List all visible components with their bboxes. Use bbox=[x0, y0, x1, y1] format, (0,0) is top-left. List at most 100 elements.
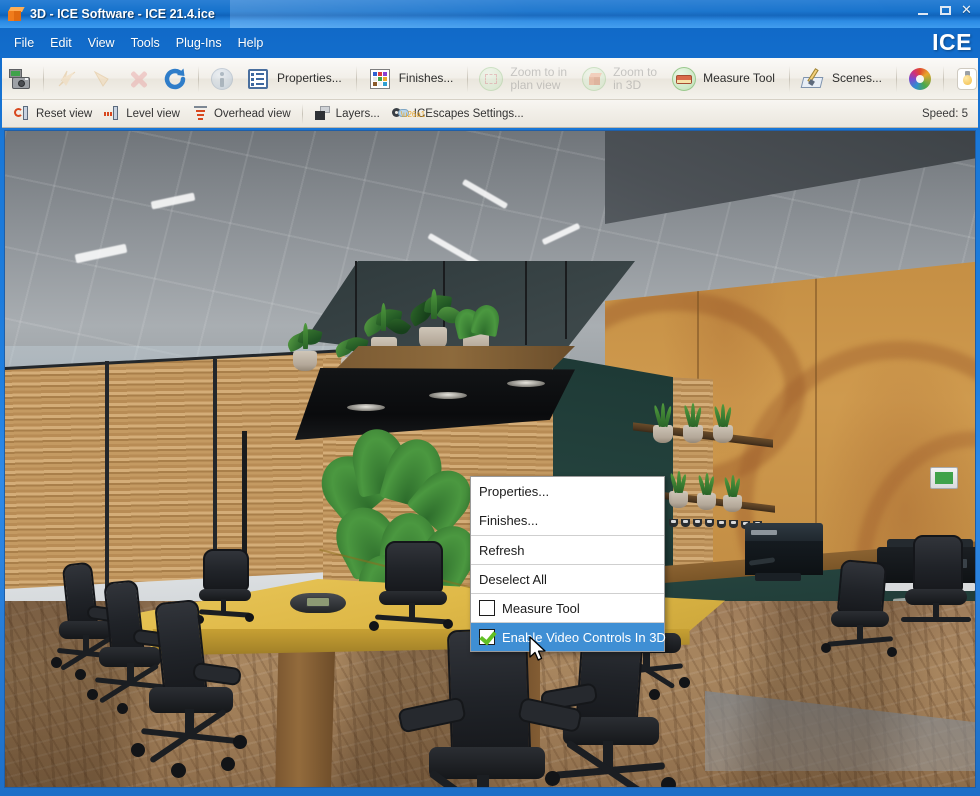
color-wheel-icon bbox=[907, 66, 933, 92]
checkbox-unchecked-icon[interactable] bbox=[479, 600, 495, 616]
finishes-palette-icon bbox=[367, 66, 393, 92]
context-menu-item-finishes[interactable]: Finishes... bbox=[471, 506, 664, 535]
title-bar[interactable]: 3D - ICE Software - ICE 21.4.ice ✕ bbox=[0, 0, 980, 28]
reset-view-icon bbox=[14, 105, 31, 122]
camera-icon bbox=[7, 66, 33, 92]
zoom-plan-label: Zoom to in plan view bbox=[510, 64, 568, 92]
context-menu-item-label: Properties... bbox=[479, 484, 550, 499]
zoom-to-in-3d-button[interactable]: Zoom to in 3D bbox=[576, 61, 666, 97]
redo-arrow-icon bbox=[90, 66, 116, 92]
view-toolbar: Reset view Level view Overhead view Laye… bbox=[2, 100, 978, 128]
window-title: 3D - ICE Software - ICE 21.4.ice bbox=[30, 7, 215, 21]
context-menu-item-label: Measure Tool bbox=[502, 600, 580, 616]
conference-speakerphone bbox=[290, 589, 346, 614]
properties-button[interactable]: Properties... bbox=[240, 61, 351, 97]
office-chair bbox=[893, 535, 975, 645]
menu-item-file[interactable]: File bbox=[6, 33, 42, 53]
context-menu-item-label: Refresh bbox=[479, 542, 525, 558]
render-button[interactable] bbox=[902, 61, 938, 97]
zoom-plan-icon bbox=[478, 66, 504, 92]
office-chair bbox=[127, 598, 277, 781]
pendant-rod bbox=[565, 261, 567, 339]
context-menu-item-refresh[interactable]: Refresh bbox=[471, 535, 664, 564]
maximize-button[interactable] bbox=[939, 4, 952, 17]
light-bulb-icon bbox=[954, 66, 978, 92]
layers-label: Layers... bbox=[335, 107, 380, 120]
scenes-button[interactable]: Scenes... bbox=[795, 61, 891, 97]
layers-button[interactable]: Layers... bbox=[308, 102, 386, 126]
lighting-button[interactable] bbox=[949, 61, 978, 97]
properties-list-icon bbox=[245, 66, 271, 92]
measure-tool-label: Measure Tool bbox=[703, 71, 775, 85]
pendant-rod bbox=[525, 261, 527, 345]
toolbar-separator bbox=[942, 65, 944, 92]
application-window: 3D - ICE Software - ICE 21.4.ice ✕ File … bbox=[0, 0, 980, 796]
overhead-view-button[interactable]: Overhead view bbox=[186, 102, 297, 126]
3d-scene-viewport[interactable]: Properties... Finishes... Refresh Desele… bbox=[4, 130, 976, 788]
main-toolbar: Properties... Finishes... Zoom to in pla… bbox=[2, 58, 978, 100]
layers-icon bbox=[314, 105, 331, 122]
zoom-to-in-plan-view-button[interactable]: Zoom to in plan view bbox=[473, 61, 576, 97]
cube-icon bbox=[7, 6, 25, 22]
context-menu-item-measure-tool[interactable]: Measure Tool bbox=[471, 593, 664, 622]
zoom-3d-cube-icon bbox=[581, 66, 607, 92]
zoom-3d-label: Zoom to in 3D bbox=[613, 64, 658, 92]
redo-button[interactable] bbox=[85, 61, 121, 97]
overhead-view-icon bbox=[192, 105, 209, 122]
refresh-icon bbox=[162, 66, 188, 92]
toolbar-separator bbox=[895, 65, 897, 92]
finishes-button[interactable]: Finishes... bbox=[362, 61, 463, 97]
menu-bar: File Edit View Tools Plug-Ins Help ICE bbox=[0, 28, 980, 58]
delete-button[interactable] bbox=[121, 61, 157, 97]
window-mullion bbox=[105, 361, 109, 591]
level-view-icon bbox=[104, 105, 121, 122]
properties-button-label: Properties... bbox=[277, 71, 342, 85]
context-menu-item-properties[interactable]: Properties... bbox=[471, 477, 664, 506]
close-button[interactable]: ✕ bbox=[961, 2, 974, 17]
toolbar-separator bbox=[43, 65, 44, 92]
toolbar-separator bbox=[198, 65, 199, 92]
level-view-button[interactable]: Level view bbox=[98, 102, 186, 126]
checkbox-checked-icon[interactable] bbox=[479, 629, 495, 645]
overhead-view-label: Overhead view bbox=[213, 107, 291, 120]
menu-item-tools[interactable]: Tools bbox=[123, 33, 168, 53]
icescapes-settings-label: ICEscapes Settings... bbox=[413, 107, 524, 120]
context-menu-item-label: Enable Video Controls In 3D bbox=[502, 629, 666, 645]
scenes-pencil-icon bbox=[800, 66, 826, 92]
context-menu-item-deselect-all[interactable]: Deselect All bbox=[471, 564, 664, 593]
undo-arrow-icon bbox=[54, 66, 80, 92]
level-view-label: Level view bbox=[126, 107, 180, 120]
reset-view-label: Reset view bbox=[36, 107, 93, 120]
context-menu-item-label: Finishes... bbox=[479, 513, 539, 528]
context-menu-item-label: Deselect All bbox=[479, 571, 547, 587]
menu-item-plugins[interactable]: Plug-Ins bbox=[168, 33, 230, 53]
window-controls: ✕ bbox=[917, 2, 974, 17]
close-icon: ✕ bbox=[961, 2, 972, 17]
undo-button[interactable] bbox=[49, 61, 85, 97]
delete-x-icon bbox=[126, 66, 152, 92]
snapshot-button[interactable] bbox=[2, 61, 38, 97]
toolbar-separator bbox=[467, 65, 469, 92]
toolbar-separator bbox=[788, 65, 790, 92]
scenes-label: Scenes... bbox=[831, 71, 882, 85]
toolbar-separator bbox=[301, 103, 303, 124]
thermostat bbox=[930, 467, 958, 489]
reset-view-button[interactable]: Reset view bbox=[8, 102, 98, 126]
minimize-button[interactable] bbox=[917, 4, 930, 17]
info-button[interactable] bbox=[204, 61, 240, 97]
menu-item-edit[interactable]: Edit bbox=[42, 33, 80, 53]
finishes-button-label: Finishes... bbox=[398, 71, 454, 85]
context-menu[interactable]: Properties... Finishes... Refresh Desele… bbox=[470, 476, 666, 652]
menu-item-help[interactable]: Help bbox=[230, 33, 272, 53]
speed-indicator: Speed: 5 bbox=[921, 107, 968, 120]
menu-item-view[interactable]: View bbox=[80, 33, 123, 53]
wood-slat-wall-left bbox=[5, 351, 345, 589]
icescapes-settings-button[interactable]: \u26a1 ICEscapes Settings... bbox=[386, 102, 530, 126]
refresh-button[interactable] bbox=[157, 61, 193, 97]
info-icon bbox=[209, 66, 235, 92]
toolbar-separator bbox=[355, 65, 357, 92]
icescapes-gear-icon: \u26a1 bbox=[391, 105, 425, 122]
measure-tool-button[interactable]: Measure Tool bbox=[666, 61, 784, 97]
office-chair bbox=[397, 627, 603, 787]
context-menu-item-enable-video-controls-in-3d[interactable]: Enable Video Controls In 3D bbox=[471, 622, 666, 651]
